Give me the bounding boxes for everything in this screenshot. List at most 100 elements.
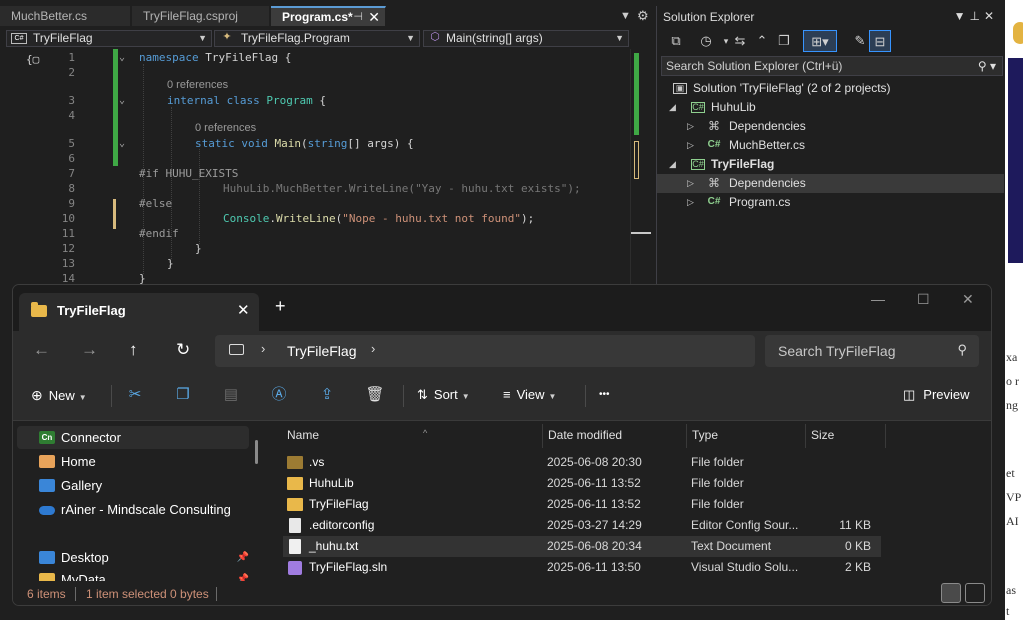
collapsed-arrow-icon[interactable]: ▷: [687, 117, 694, 136]
forward-button[interactable]: →: [81, 340, 98, 360]
tree-item-solution[interactable]: ▣ Solution 'TryFileFlag' (2 of 2 project…: [657, 79, 1004, 98]
pin-icon[interactable]: ⊣: [353, 8, 363, 26]
nav-item-connector[interactable]: Cn Connector: [17, 426, 249, 449]
code-editor-pane: MuchBetter.cs TryFileFlag.csproj Program…: [0, 0, 652, 290]
refresh-button[interactable]: ↻: [176, 340, 190, 360]
tiles-view-button[interactable]: [965, 583, 985, 603]
switch-views-icon[interactable]: ⧉: [665, 30, 687, 52]
tab-list-dropdown-icon[interactable]: ▼: [620, 10, 631, 22]
close-icon[interactable]: ✕: [368, 8, 380, 26]
file-row[interactable]: HuhuLib 2025-06-11 13:52 File folder: [283, 473, 881, 494]
column-header-type[interactable]: Type: [692, 428, 718, 450]
rename-icon[interactable]: Ⓐ: [269, 385, 289, 405]
column-divider[interactable]: [542, 424, 543, 448]
codelens-references[interactable]: 0 references: [167, 78, 228, 93]
collapsed-arrow-icon[interactable]: ▷: [687, 174, 694, 193]
file-row[interactable]: .vs 2025-06-08 20:30 File folder: [283, 452, 881, 473]
scroll-caret-marker: [631, 232, 651, 234]
collapse-icon[interactable]: ⌄: [119, 136, 125, 151]
sort-button[interactable]: ⇅ Sort ▼: [417, 387, 470, 403]
project-dropdown[interactable]: C# TryFileFlag ▼: [6, 30, 212, 47]
copy-icon[interactable]: ❐: [773, 30, 795, 52]
column-header-date[interactable]: Date modified: [548, 428, 622, 450]
column-header-size[interactable]: Size: [811, 428, 834, 450]
delete-icon[interactable]: 🗑: [365, 385, 385, 405]
new-tab-button[interactable]: +: [275, 296, 286, 317]
nav-item-home[interactable]: Home: [17, 450, 249, 473]
tree-item-tryfileflag[interactable]: ◢ C# TryFileFlag: [657, 155, 1004, 174]
code-area[interactable]: 1 ⌄ namespace TryFileFlag { 2 0 referenc…: [0, 49, 628, 290]
column-divider[interactable]: [805, 424, 806, 448]
more-options-button[interactable]: •••: [599, 389, 610, 400]
copy-icon[interactable]: ❐: [173, 385, 193, 405]
history-icon[interactable]: ◷: [695, 30, 717, 52]
tab-muchbetter[interactable]: MuchBetter.cs: [0, 6, 131, 26]
nav-item-onedrive[interactable]: rAiner - Mindscale Consulting: [17, 498, 249, 521]
column-header-name[interactable]: Name ^: [287, 428, 427, 450]
code-line: 10 Console.WriteLine("Nope - huhu.txt no…: [0, 211, 628, 226]
tree-item-dependencies[interactable]: ▷ ⌘ Dependencies: [657, 174, 1004, 193]
codelens-references[interactable]: 0 references: [195, 121, 256, 136]
share-icon[interactable]: ⇪: [317, 385, 337, 405]
nav-item-mydata[interactable]: MyData 📌: [17, 568, 249, 581]
file-row[interactable]: _huhu.txt 2025-06-08 20:34 Text Document…: [283, 536, 881, 557]
file-row[interactable]: TryFileFlag.sln 2025-06-11 13:50 Visual …: [283, 557, 881, 578]
file-row[interactable]: .editorconfig 2025-03-27 14:29 Editor Co…: [283, 515, 881, 536]
collapsed-arrow-icon[interactable]: ▷: [687, 136, 694, 155]
gear-icon[interactable]: ⚙: [637, 8, 649, 24]
type-dropdown[interactable]: ✦ TryFileFlag.Program ▼: [214, 30, 420, 47]
collapsed-arrow-icon[interactable]: ▷: [687, 193, 694, 212]
close-window-button[interactable]: ✕: [962, 291, 974, 308]
sync-icon[interactable]: ⇆: [729, 30, 751, 52]
tab-tryfileflag[interactable]: TryFileFlag ✕: [19, 293, 259, 331]
view-button[interactable]: ≡ View ▼: [503, 387, 556, 402]
cut-icon[interactable]: ✂: [125, 385, 145, 405]
column-divider[interactable]: [686, 424, 687, 448]
back-button[interactable]: ←: [33, 340, 50, 360]
new-button[interactable]: ⊕ New ▼: [31, 387, 87, 404]
paste-icon[interactable]: ▤: [221, 385, 241, 405]
tree-item-huhulib[interactable]: ◢ C# HuhuLib: [657, 98, 1004, 117]
maximize-button[interactable]: ☐: [917, 291, 930, 308]
nav-scrollbar[interactable]: [255, 440, 258, 464]
wrench-icon[interactable]: ✎: [849, 30, 871, 52]
tree-item-label: Solution 'TryFileFlag' (2 of 2 projects): [693, 81, 891, 95]
chevron-right-icon[interactable]: ›: [261, 341, 265, 356]
preview-selected-icon[interactable]: ⊟: [869, 30, 891, 52]
breadcrumb[interactable]: TryFileFlag: [287, 343, 357, 359]
collapse-icon[interactable]: ⌄: [119, 93, 125, 108]
nav-item-gallery[interactable]: Gallery: [17, 474, 249, 497]
file-row[interactable]: TryFileFlag 2025-06-11 13:52 File folder: [283, 494, 881, 515]
pin-icon[interactable]: ⊥: [969, 9, 983, 23]
chevron-right-icon[interactable]: ›: [371, 341, 375, 356]
solution-search-input[interactable]: Search Solution Explorer (Ctrl+ü) ⚲ ▾: [661, 56, 1003, 76]
member-dropdown[interactable]: ⬡ Main(string[] args) ▼: [423, 30, 629, 47]
chevron-down-icon[interactable]: ▼: [954, 9, 970, 23]
tab-csproj[interactable]: TryFileFlag.csproj: [132, 6, 270, 26]
expanded-arrow-icon[interactable]: ◢: [669, 98, 676, 117]
address-bar[interactable]: › TryFileFlag ›: [215, 335, 755, 367]
close-icon[interactable]: ✕: [984, 9, 998, 23]
expanded-arrow-icon[interactable]: ◢: [669, 155, 676, 174]
show-all-files-icon[interactable]: ⊞▾: [803, 30, 837, 52]
nav-item-desktop[interactable]: Desktop 📌: [17, 546, 249, 569]
tab-program[interactable]: Program.cs* ⊣ ✕: [271, 6, 386, 26]
column-divider[interactable]: [885, 424, 886, 448]
panel-window-controls[interactable]: ▼⊥✕: [954, 9, 998, 23]
details-view-button[interactable]: [941, 583, 961, 603]
preview-button[interactable]: ◫ Preview: [903, 387, 970, 403]
collapse-icon[interactable]: ⌄: [119, 50, 125, 65]
tree-item-muchbetter[interactable]: ▷ C# MuchBetter.cs: [657, 136, 1004, 155]
minimize-button[interactable]: —: [871, 291, 885, 307]
file-date: 2025-06-11 13:52: [547, 476, 641, 490]
search-input[interactable]: Search TryFileFlag ⚲: [765, 335, 979, 367]
editor-vertical-scrollbar[interactable]: [630, 49, 651, 290]
up-button[interactable]: ↑: [129, 340, 138, 360]
search-icon[interactable]: ⚲ ▾: [978, 57, 996, 75]
collapse-all-icon[interactable]: ⌃: [751, 30, 773, 52]
navigation-pane: Cn Connector Home Gallery rAiner - Minds…: [13, 422, 258, 581]
tree-item-dependencies[interactable]: ▷ ⌘ Dependencies: [657, 117, 1004, 136]
close-icon[interactable]: ✕: [237, 301, 250, 319]
tree-item-program[interactable]: ▷ C# Program.cs: [657, 193, 1004, 212]
code-token: .: [269, 212, 276, 225]
